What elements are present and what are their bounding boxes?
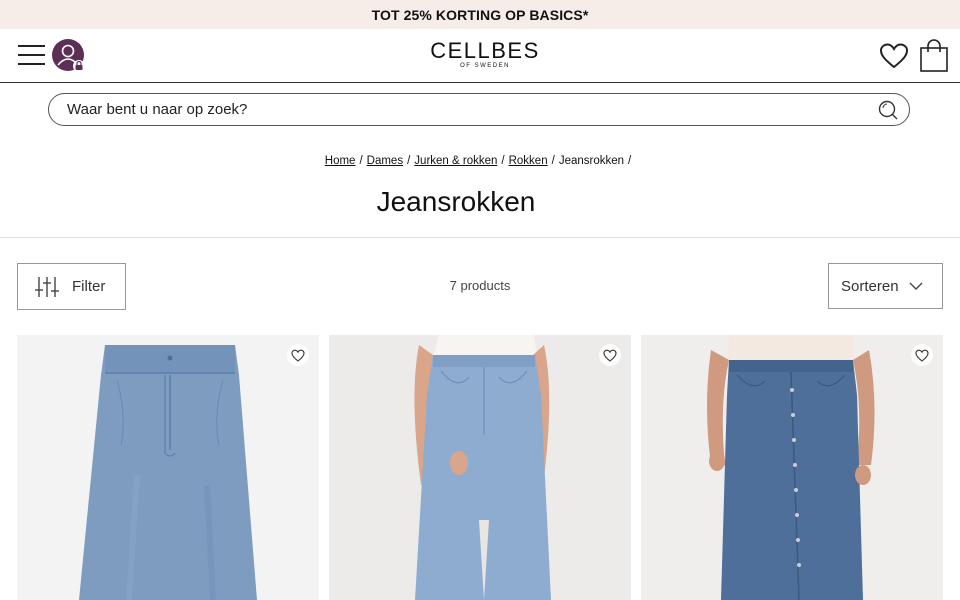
brand-logo[interactable]: CELLBES OF SWEDEN [420,38,550,70]
heart-outline-icon [915,349,929,362]
sliders-icon [35,276,59,297]
product-image [329,335,631,600]
breadcrumb-separator: / [407,155,411,167]
product-card[interactable] [17,335,319,600]
search-bar [48,93,910,126]
wishlist-button[interactable] [911,344,933,366]
search-icon[interactable] [877,99,899,121]
promo-banner[interactable]: TOT 25% KORTING OP BASICS* [0,0,960,29]
heart-outline-icon [603,349,617,362]
breadcrumb-separator: / [359,155,363,167]
divider [0,237,960,238]
breadcrumb-current: Jeansrokken [558,155,625,167]
heart-icon[interactable] [879,42,909,70]
breadcrumb-link-home[interactable]: Home [325,155,356,167]
breadcrumb-link-jurken-rokken[interactable]: Jurken & rokken [414,155,497,167]
page-title: Jeansrokken [376,186,536,217]
search-input[interactable] [65,100,877,119]
site-header: CELLBES OF SWEDEN [0,29,960,83]
shopping-bag-icon[interactable] [919,39,949,73]
sort-label: Sorteren [841,277,899,295]
menu-icon[interactable] [18,45,45,65]
wishlist-button[interactable] [599,344,621,366]
logo-subtext: OF SWEDEN [460,63,510,69]
product-image [17,335,319,600]
wishlist-button[interactable] [287,344,309,366]
filter-button[interactable]: Filter [17,263,126,310]
product-count: 7 products [449,278,511,293]
logo-text: CELLBES [430,38,540,63]
sort-dropdown[interactable]: Sorteren [828,263,943,309]
breadcrumb: Home / Dames / Jurken & rokken / Rokken / Jeansr… [0,155,960,167]
promo-text: TOT 25% KORTING OP BASICS* [371,6,589,23]
product-card[interactable] [641,335,943,600]
breadcrumb-separator: / [501,155,505,167]
user-lock-icon[interactable] [52,39,86,73]
chevron-down-icon [909,282,923,290]
breadcrumb-link-dames[interactable]: Dames [367,155,403,167]
product-card[interactable] [329,335,631,600]
filter-label: Filter [72,278,106,295]
breadcrumb-separator: / [551,155,555,167]
breadcrumb-link-rokken[interactable]: Rokken [509,155,548,167]
heart-outline-icon [291,349,305,362]
breadcrumb-separator: / [628,155,632,167]
product-image [641,335,943,600]
